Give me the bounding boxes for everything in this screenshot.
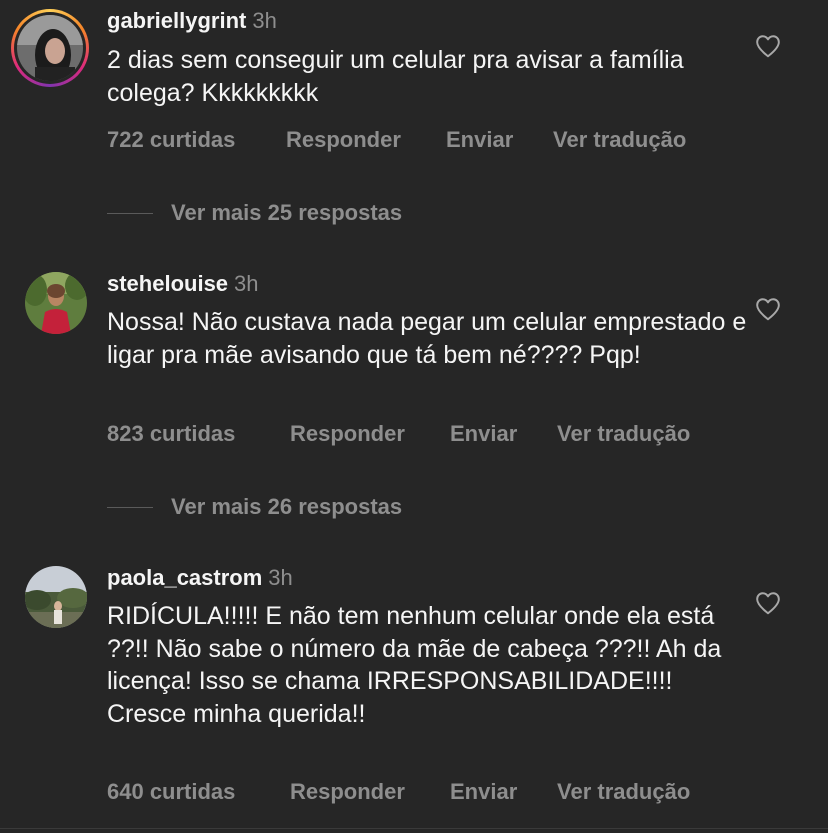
username[interactable]: stehelouise — [107, 271, 228, 296]
timestamp: 3h — [252, 8, 277, 33]
comment-header: stehelouise 3h — [107, 271, 259, 297]
heart-outline-icon[interactable] — [755, 591, 781, 615]
comment-text: Nossa! Não custava nada pegar um celular… — [107, 308, 747, 369]
avatar — [17, 15, 83, 81]
comment-header: paola_castrom 3h — [107, 565, 293, 591]
replies-divider — [107, 213, 153, 214]
comment-text: 2 dias sem conseguir um celular pra avis… — [107, 46, 684, 107]
likes-count[interactable]: 640 curtidas — [107, 779, 235, 805]
timestamp: 3h — [268, 565, 293, 590]
timestamp: 3h — [234, 271, 259, 296]
heart-outline-icon[interactable] — [755, 297, 781, 321]
replies-divider — [107, 507, 153, 508]
avatar-story-ring[interactable] — [11, 9, 89, 87]
likes-count[interactable]: 823 curtidas — [107, 421, 235, 447]
send-button[interactable]: Enviar — [446, 127, 513, 153]
likes-count[interactable]: 722 curtidas — [107, 127, 235, 153]
send-button[interactable]: Enviar — [450, 779, 517, 805]
username[interactable]: paola_castrom — [107, 565, 262, 590]
avatar[interactable] — [25, 566, 87, 628]
comment-text: RIDÍCULA!!!!! E não tem nenhum celular o… — [107, 602, 722, 728]
avatar[interactable] — [25, 272, 87, 334]
reply-button[interactable]: Responder — [290, 421, 405, 447]
send-button[interactable]: Enviar — [450, 421, 517, 447]
translate-button[interactable]: Ver tradução — [557, 779, 690, 805]
view-more-replies-label[interactable]: Ver mais 25 respostas — [171, 200, 402, 226]
translate-button[interactable]: Ver tradução — [557, 421, 690, 447]
view-more-replies-label[interactable]: Ver mais 26 respostas — [171, 494, 402, 520]
reply-button[interactable]: Responder — [290, 779, 405, 805]
reply-button[interactable]: Responder — [286, 127, 401, 153]
divider — [0, 828, 828, 829]
username[interactable]: gabriellygrint — [107, 8, 246, 33]
translate-button[interactable]: Ver tradução — [553, 127, 686, 153]
comment-header: gabriellygrint 3h — [107, 8, 277, 34]
heart-outline-icon[interactable] — [755, 34, 781, 58]
